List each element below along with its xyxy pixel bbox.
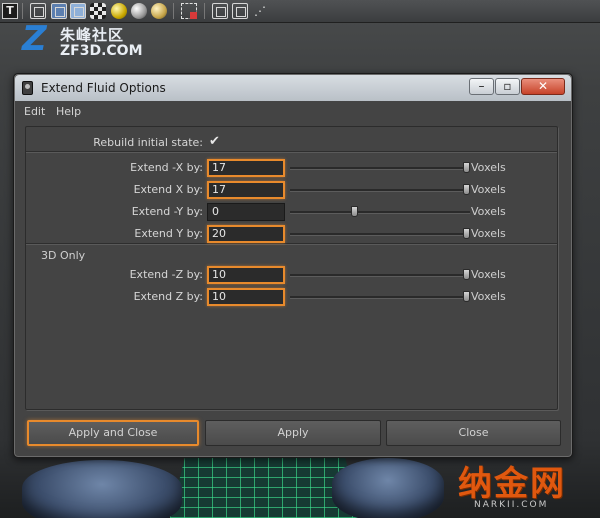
watermark-chinese: 纳金网 xyxy=(458,464,566,504)
extend-row-label: Extend -Y by: xyxy=(131,205,203,218)
extend-value-field[interactable]: 0 xyxy=(207,203,285,221)
menu-edit[interactable]: Edit xyxy=(24,105,45,118)
toolbar-separator xyxy=(173,3,174,19)
apply-button[interactable]: Apply xyxy=(205,420,381,446)
extend-row-label: Extend X by: xyxy=(133,183,203,196)
extend-slider-handle[interactable] xyxy=(463,184,470,195)
apply-and-close-button[interactable]: Apply and Close xyxy=(27,420,199,446)
menu-bar: Edit Help xyxy=(19,101,567,123)
checker-icon[interactable] xyxy=(90,3,106,19)
voxels-unit-label: Voxels xyxy=(471,205,506,218)
menu-help[interactable]: Help xyxy=(56,105,81,118)
extend-row-label: Extend -Z by: xyxy=(129,268,203,281)
toolbar-separator xyxy=(22,3,23,19)
extend-slider-handle[interactable] xyxy=(350,206,358,217)
extend-value-field[interactable]: 20 xyxy=(207,225,285,243)
app-icon xyxy=(22,81,33,95)
toolbar-separator xyxy=(204,3,205,19)
extend-slider-track[interactable] xyxy=(290,274,470,277)
extend-slider-track[interactable] xyxy=(290,167,470,170)
shelf-toolbar: T ⋰ xyxy=(0,0,600,23)
cube-icon[interactable] xyxy=(212,3,228,19)
close-button[interactable]: Close xyxy=(386,420,561,446)
section-divider xyxy=(26,151,557,152)
window-close-button[interactable]: ✕ xyxy=(521,78,565,95)
extend-value-field[interactable]: 17 xyxy=(207,159,285,177)
cube-frame-icon[interactable] xyxy=(232,3,248,19)
sphere-yellow-icon[interactable] xyxy=(111,3,127,19)
rebuild-initial-state-label: Rebuild initial state: xyxy=(93,136,203,149)
window-title: Extend Fluid Options xyxy=(41,81,166,95)
extend-slider-track[interactable] xyxy=(290,296,470,299)
section-divider xyxy=(26,243,557,244)
sphere-grey-icon[interactable] xyxy=(131,3,147,19)
watermark-logo: 纳金网 NARKII.COM xyxy=(458,456,600,518)
fluid-container-right xyxy=(332,458,444,518)
extend-fluid-options-dialog: Extend Fluid Options – ▫ ✕ Edit Help Reb… xyxy=(13,73,573,458)
extend-slider-handle[interactable] xyxy=(463,228,470,239)
extend-slider-track[interactable] xyxy=(290,211,470,214)
extend-slider-handle[interactable] xyxy=(463,269,470,280)
logo-chinese-text: 朱峰社区 xyxy=(60,26,125,44)
dialog-body: Edit Help Rebuild initial state: ✔ 3D On… xyxy=(19,101,567,452)
site-logo: Z 朱峰社区 ZF3D.COM xyxy=(22,19,143,62)
extend-row-label: Extend Y by: xyxy=(134,227,203,240)
text-tool-icon[interactable]: T xyxy=(2,3,18,19)
minimize-button[interactable]: – xyxy=(469,78,494,95)
logo-english-text: ZF3D.COM xyxy=(60,43,143,59)
section-header-3d-only: 3D Only xyxy=(41,249,86,262)
voxels-unit-label: Voxels xyxy=(471,227,506,240)
cube-wire-icon[interactable] xyxy=(30,3,46,19)
voxels-unit-label: Voxels xyxy=(471,183,506,196)
extend-value-field[interactable]: 10 xyxy=(207,288,285,306)
options-panel: Rebuild initial state: ✔ 3D Only Extend … xyxy=(25,126,558,410)
fluid-container-left xyxy=(22,460,182,518)
voxels-unit-label: Voxels xyxy=(471,290,506,303)
logo-mark: Z xyxy=(22,19,47,59)
extend-slider-track[interactable] xyxy=(290,233,470,236)
extend-value-field[interactable]: 10 xyxy=(207,266,285,284)
voxels-unit-label: Voxels xyxy=(471,161,506,174)
voxels-unit-label: Voxels xyxy=(471,268,506,281)
select-region-icon[interactable] xyxy=(181,3,197,19)
rebuild-initial-state-checkbox[interactable]: ✔ xyxy=(209,135,222,148)
extend-row-label: Extend Z by: xyxy=(133,290,203,303)
extend-slider-handle[interactable] xyxy=(463,291,470,302)
cube-textured-icon[interactable] xyxy=(70,3,86,19)
extend-value-field[interactable]: 17 xyxy=(207,181,285,199)
window-titlebar[interactable]: Extend Fluid Options – ▫ ✕ xyxy=(15,75,571,101)
nodes-icon[interactable]: ⋰ xyxy=(252,3,268,19)
watermark-english: NARKII.COM xyxy=(474,500,549,510)
extend-slider-handle[interactable] xyxy=(463,162,470,173)
extend-slider-track[interactable] xyxy=(290,189,470,192)
sphere-gold-icon[interactable] xyxy=(151,3,167,19)
maximize-button[interactable]: ▫ xyxy=(495,78,520,95)
cube-smooth-icon[interactable] xyxy=(51,3,67,19)
extend-row-label: Extend -X by: xyxy=(130,161,203,174)
